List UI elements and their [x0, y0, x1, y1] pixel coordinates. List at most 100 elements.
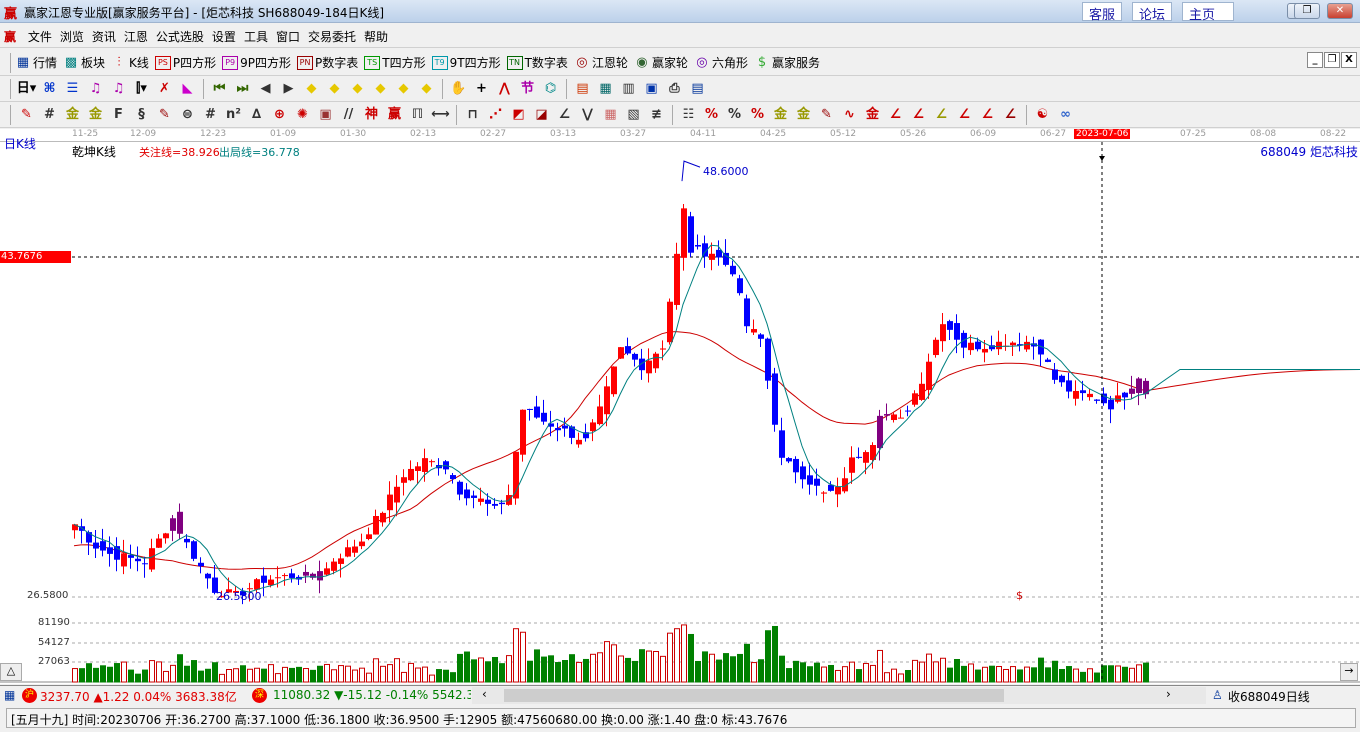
radar-icon[interactable]: ✺	[293, 105, 313, 125]
f-lines-icon[interactable]: F	[109, 105, 129, 125]
horizontal-scrollbar[interactable]: ‹ ›	[472, 687, 1206, 704]
toolbar-button-tn[interactable]: TN T数字表	[506, 54, 568, 71]
arc-box-icon[interactable]: ◩	[509, 105, 529, 125]
next-icon[interactable]: ▶	[279, 79, 299, 99]
indicator9-icon[interactable]: ♫	[109, 79, 129, 99]
slash-lines-icon[interactable]: ≢	[647, 105, 667, 125]
candle-type-icon[interactable]: ⫿▾	[132, 79, 152, 99]
ying-icon[interactable]: 赢	[385, 105, 405, 125]
infinity-icon[interactable]: ∞	[1056, 105, 1076, 125]
report-icon[interactable]: ▥	[619, 79, 639, 99]
toolbar-button-dollar[interactable]: $ 赢家服务	[754, 54, 820, 71]
shanghai-index[interactable]: 3237.70 ▲1.22 0.04% 3683.38亿	[40, 688, 237, 705]
scroll-right-button[interactable]: ›	[1166, 687, 1171, 701]
menu-item[interactable]: 设置	[208, 24, 240, 49]
f-angle-icon[interactable]: ∠	[909, 105, 929, 125]
menu-item[interactable]: 窗口	[272, 24, 304, 49]
menu-item[interactable]: 帮助	[360, 24, 392, 49]
cycle-icon[interactable]: ⌬	[541, 79, 561, 99]
bars-icon[interactable]: ☷	[679, 105, 699, 125]
gold-angle-icon[interactable]: ∠	[932, 105, 952, 125]
vshrink-icon[interactable]: ◆	[417, 79, 437, 99]
grid-diag-icon[interactable]: ▧	[624, 105, 644, 125]
festival-icon[interactable]: 节	[518, 79, 538, 99]
spiral-icon[interactable]: §	[132, 105, 152, 125]
lines-icon[interactable]: #	[40, 105, 60, 125]
percent-icon[interactable]: %	[725, 105, 745, 125]
ray-fan-icon[interactable]: ⋰	[486, 105, 506, 125]
scroll-right-arrow[interactable]: →	[1340, 663, 1358, 681]
calendar-icon[interactable]: ▤	[573, 79, 593, 99]
toolbar-button-ps[interactable]: PS P四方形	[154, 54, 216, 71]
toolbar-button-kline[interactable]: ⫶ K线	[111, 54, 149, 71]
chart-canvas[interactable]	[0, 142, 1360, 684]
first-icon[interactable]: ⏮	[210, 79, 230, 99]
j-angle-icon[interactable]: ∠	[886, 105, 906, 125]
vexpand-icon[interactable]: ◆	[394, 79, 414, 99]
notes-icon[interactable]: ☰	[63, 79, 83, 99]
save-icon[interactable]: ▣	[642, 79, 662, 99]
angle-icon[interactable]: ∠	[555, 105, 575, 125]
toolbar-button-p9[interactable]: P9 9P四方形	[222, 54, 291, 71]
toolbar-button-gann-wheel[interactable]: ◎ 江恩轮	[574, 54, 628, 71]
percent-red-icon[interactable]: %	[702, 105, 722, 125]
crosshair-icon[interactable]: +	[472, 79, 492, 99]
close-button[interactable]: ✕	[1327, 3, 1353, 19]
yinyang-icon[interactable]: ☯	[1033, 105, 1053, 125]
menu-item[interactable]: 公式选股	[152, 24, 208, 49]
pen2-icon[interactable]: ✎	[155, 105, 175, 125]
gold-lines-icon[interactable]: 金	[63, 105, 83, 125]
menu-item[interactable]: 交易委托	[304, 24, 360, 49]
pen-lines-icon[interactable]: ✎	[817, 105, 837, 125]
color-chart-icon[interactable]: ◣	[178, 79, 198, 99]
grid-icon[interactable]: ▦	[4, 688, 15, 702]
gold-lines3-icon[interactable]: 金	[794, 105, 814, 125]
homepage-link[interactable]: 主页	[1182, 2, 1234, 23]
zigzag-icon[interactable]: ⋁	[578, 105, 598, 125]
last-icon[interactable]: ⏭	[233, 79, 253, 99]
toolbar-button-hexagon[interactable]: ◎ 六角形	[694, 54, 748, 71]
toolbar-button-winner-wheel[interactable]: ◉ 赢家轮	[634, 54, 688, 71]
period-day-icon[interactable]: 日▾	[17, 79, 37, 99]
fan-icon[interactable]: ∆	[247, 105, 267, 125]
scroll-left-button[interactable]: ‹	[482, 687, 487, 701]
kline-mode-icon[interactable]: ⌘	[40, 79, 60, 99]
box-icon[interactable]: ⊓	[463, 105, 483, 125]
menu-item[interactable]: 江恩	[120, 24, 152, 49]
zoom-left-icon[interactable]: ◆	[302, 79, 322, 99]
menu-item[interactable]: 文件	[24, 24, 56, 49]
toolbar-button-pn[interactable]: PN P数字表	[297, 54, 358, 71]
shenzhen-index[interactable]: 11080.32 ▼-15.12 -0.14% 5542.38	[273, 688, 471, 702]
toolbar-button-blocks[interactable]: ▩ 板块	[63, 54, 105, 71]
menu-item[interactable]: 资讯	[88, 24, 120, 49]
print-icon[interactable]: ⎙	[665, 79, 685, 99]
hand-icon[interactable]: ✋	[449, 79, 469, 99]
percent-lines-icon[interactable]: %	[748, 105, 768, 125]
gold-coin-icon[interactable]: 金	[771, 105, 791, 125]
customer-service-link[interactable]: 客服	[1082, 2, 1123, 23]
width-icon[interactable]: ⟷	[431, 105, 451, 125]
shen-icon[interactable]: 神	[362, 105, 382, 125]
prev-icon[interactable]: ◀	[256, 79, 276, 99]
target-icon[interactable]: ⊕	[270, 105, 290, 125]
kline-chart[interactable]: 日K线 乾坤K线 关注线=38.926 出局线=36.778 688049 炬芯…	[0, 137, 1360, 684]
n2-icon[interactable]: n²	[224, 105, 244, 125]
comb-icon[interactable]: ℿ	[408, 105, 428, 125]
pen-icon[interactable]: ✎	[17, 105, 37, 125]
calculator-icon[interactable]: ▦	[596, 79, 616, 99]
forum-link[interactable]: 论坛	[1132, 2, 1173, 23]
shen-angle-icon[interactable]: ∠	[955, 105, 975, 125]
menu-item[interactable]: 浏览	[56, 24, 88, 49]
toolbar-button-grid[interactable]: ▦ 行情	[15, 54, 57, 71]
toolbar-button-ts[interactable]: TS T四方形	[364, 54, 426, 71]
parallel-icon[interactable]: //	[339, 105, 359, 125]
scrollbar-thumb[interactable]	[504, 689, 1004, 702]
square-target-icon[interactable]: ▣	[316, 105, 336, 125]
expand-icon[interactable]: ◆	[348, 79, 368, 99]
restore-button[interactable]: ❐	[1294, 3, 1320, 19]
indicator3-icon[interactable]: ♫	[86, 79, 106, 99]
grid-box-icon[interactable]: ▦	[601, 105, 621, 125]
network-icon[interactable]: ▤	[688, 79, 708, 99]
zoom-right-icon[interactable]: ◆	[325, 79, 345, 99]
diag-box-icon[interactable]: ◪	[532, 105, 552, 125]
